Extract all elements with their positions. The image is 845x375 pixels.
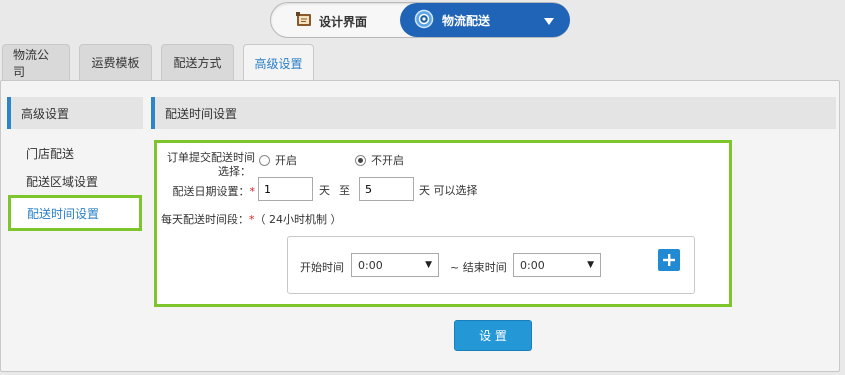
start-time-select[interactable]: 0:00 ▼: [351, 253, 439, 277]
design-board-icon: [295, 11, 313, 32]
dropdown-arrow-icon: ▼: [587, 260, 594, 270]
daily-period-note: （ 24小时机制 ）: [254, 213, 342, 226]
radio-enable[interactable]: 开启: [259, 152, 297, 168]
mode-switch: 设计界面 物流配送: [270, 2, 570, 38]
order-submit-label-line2: 选择：: [218, 165, 251, 178]
tab-label: 物流公司: [13, 47, 50, 79]
end-time-select[interactable]: 0:00 ▼: [513, 253, 601, 277]
gear-icon: [414, 9, 434, 32]
content-header: 配送时间设置: [151, 97, 836, 129]
radio-enable-label: 开启: [275, 154, 297, 167]
day-unit-label: 天: [319, 184, 330, 197]
end-time-value: 0:00: [520, 258, 545, 272]
sidebar-item-store-delivery[interactable]: 门店配送: [7, 139, 143, 167]
sidebar-header: 高级设置: [7, 97, 143, 129]
start-time-value: 0:00: [358, 258, 383, 272]
dropdown-arrow-icon: ▼: [425, 260, 432, 270]
tab-label: 配送方式: [173, 56, 222, 70]
radio-disable-label: 不开启: [371, 154, 404, 167]
settings-panel: 高级设置 门店配送 配送区域设置 配送时间设置 配送时间设置 订单提交配送时间 …: [0, 80, 840, 372]
add-period-button[interactable]: [658, 249, 680, 271]
sidebar-item-delivery-time[interactable]: 配送时间设置: [8, 195, 142, 231]
day-suffix-label: 天 可以选择: [419, 184, 478, 197]
daily-period-label: 每天配送时间段：*（ 24小时机制 ）: [161, 211, 342, 227]
tab-label: 运费模板: [91, 56, 140, 70]
chevron-down-icon[interactable]: [544, 15, 554, 29]
delivery-date-label: 配送日期设置：*: [163, 183, 256, 199]
tab-delivery-method[interactable]: 配送方式: [161, 44, 234, 80]
required-mark: *: [249, 185, 256, 198]
tab-logistics-company[interactable]: 物流公司: [2, 44, 70, 80]
logistics-mode-label: 物流配送: [442, 13, 491, 28]
end-time-label: ~ 结束时间: [450, 261, 507, 274]
delivery-date-label-text: 配送日期设置：: [172, 185, 250, 198]
logistics-mode-button[interactable]: 物流配送: [400, 3, 570, 37]
delivery-time-form: 订单提交配送时间 选择： 开启 不开启 配送日期设置：* 天 至 天 可以选择 …: [154, 140, 732, 307]
plus-icon: [663, 254, 675, 266]
tab-label: 高级设置: [254, 56, 303, 71]
tab-advanced-settings[interactable]: 高级设置: [243, 44, 314, 81]
radio-enable-dot[interactable]: [259, 154, 270, 166]
time-period-box: 开始时间 0:00 ▼ ~ 结束时间 0:00 ▼: [287, 236, 695, 294]
order-submit-label: 订单提交配送时间 选择：: [163, 151, 255, 179]
sidebar-item-delivery-area[interactable]: 配送区域设置: [7, 167, 143, 195]
daily-period-label-text: 每天配送时间段：: [161, 213, 249, 226]
tab-bar: 物流公司 运费模板 配送方式 高级设置: [2, 44, 323, 81]
start-time-label: 开始时间: [300, 261, 344, 274]
radio-disable-dot[interactable]: [355, 154, 366, 166]
radio-disable[interactable]: 不开启: [355, 152, 404, 168]
sidebar: 高级设置 门店配送 配送区域设置 配送时间设置: [7, 97, 143, 231]
design-mode-label: 设计界面: [319, 14, 368, 29]
delivery-date-from-input[interactable]: [258, 177, 313, 201]
to-label: 至: [339, 184, 350, 197]
save-settings-button[interactable]: 设 置: [454, 320, 532, 351]
order-submit-label-line1: 订单提交配送时间: [167, 151, 255, 164]
design-mode-button[interactable]: 设计界面: [281, 6, 401, 36]
tab-shipping-template[interactable]: 运费模板: [79, 44, 152, 80]
delivery-date-to-input[interactable]: [359, 177, 414, 201]
